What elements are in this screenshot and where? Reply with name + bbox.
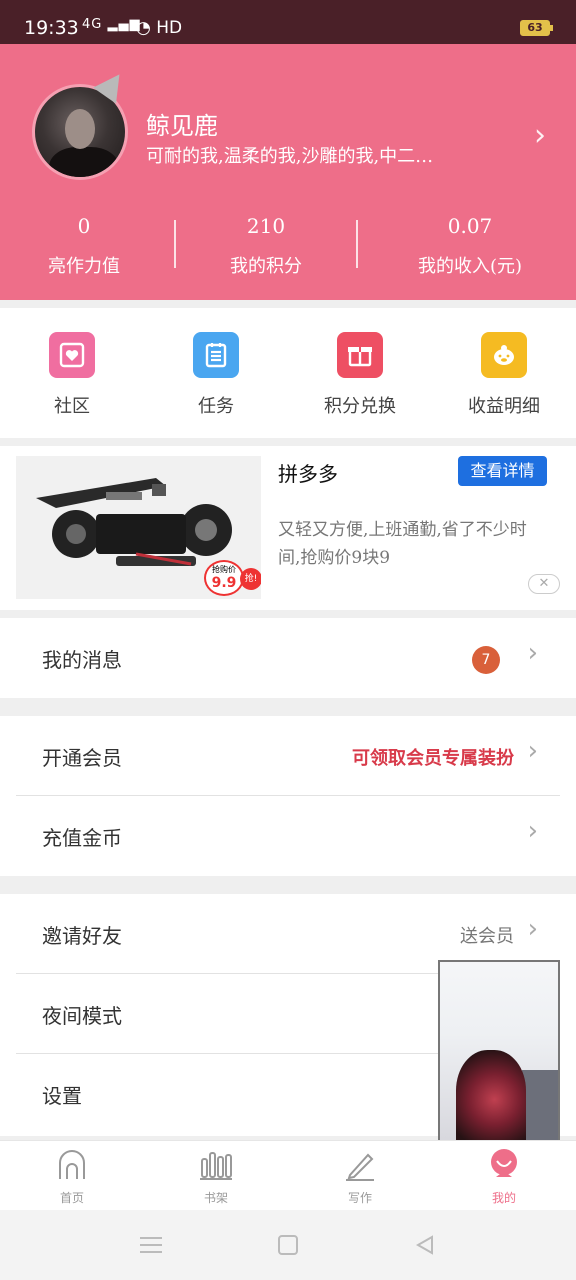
chevron-right-icon: › <box>527 638 538 668</box>
vip-promo: 可领取会员专属装扮 <box>352 748 514 769</box>
chevron-right-icon: › <box>527 736 538 766</box>
stat-label: 亮作力值 <box>48 256 120 277</box>
status-time: 19:33 <box>24 17 79 39</box>
chevron-right-icon: › <box>527 816 538 846</box>
row-label: 我的消息 <box>42 648 122 672</box>
stat-income[interactable]: 0.07 我的收入(元) <box>374 214 566 278</box>
heart-icon <box>49 332 95 378</box>
stat-value: 0 <box>77 214 91 238</box>
quick-label: 任务 <box>198 396 234 417</box>
menu-icon[interactable] <box>140 1235 162 1253</box>
signal-icon: 4G ▂▄▆ <box>82 17 141 32</box>
quick-menu: 社区 任务 积分兑换 收益明细 <box>0 308 576 438</box>
gift-icon <box>337 332 383 378</box>
bookshelf-icon <box>200 1152 232 1180</box>
network-type: ◔ HD <box>136 18 183 38</box>
divider <box>356 220 358 268</box>
quick-tasks[interactable]: 任务 <box>144 332 288 418</box>
price-tag: 抢购价 9.9 <box>204 560 244 596</box>
back-icon[interactable] <box>414 1234 436 1260</box>
tab-label: 首页 <box>59 1191 84 1205</box>
row-label: 开通会员 <box>42 746 122 770</box>
piggy-icon <box>481 332 527 378</box>
quick-community[interactable]: 社区 <box>0 332 144 418</box>
ad-title: 拼多多 <box>278 462 338 486</box>
tab-bookshelf[interactable]: 书架 <box>144 1147 288 1206</box>
quick-label: 收益明细 <box>468 396 540 417</box>
stat-creative-power[interactable]: 0 亮作力值 <box>0 214 180 278</box>
stat-label: 我的积分 <box>230 256 302 277</box>
row-label: 夜间模式 <box>42 1004 122 1028</box>
ad-description: 又轻又方便,上班通勤,省了不少时间,抢购价9块9 <box>278 520 527 568</box>
grab-badge: 抢! <box>240 568 261 590</box>
profile-icon <box>491 1149 517 1177</box>
tab-mine[interactable]: 我的 <box>432 1147 576 1206</box>
view-details-button[interactable]: 查看详情 <box>458 456 547 486</box>
unread-badge: 7 <box>472 646 500 674</box>
row-label: 设置 <box>42 1084 82 1108</box>
invite-reward: 送会员 <box>460 926 514 947</box>
group-vip: 开通会员 可领取会员专属装扮 › 充值金币 › <box>0 716 576 876</box>
row-my-messages[interactable]: 我的消息 7 › <box>0 618 576 698</box>
tab-home[interactable]: 首页 <box>0 1147 144 1206</box>
clipboard-icon <box>193 332 239 378</box>
chevron-right-icon[interactable]: › <box>534 118 546 153</box>
row-open-vip[interactable]: 开通会员 可领取会员专属装扮 › <box>0 716 576 796</box>
floating-video-window[interactable] <box>438 960 560 1142</box>
home-nav-icon[interactable] <box>278 1235 298 1255</box>
group-messages: 我的消息 7 › <box>0 618 576 698</box>
quick-points-exchange[interactable]: 积分兑换 <box>288 332 432 418</box>
row-label: 充值金币 <box>42 826 122 850</box>
system-nav-bar <box>0 1210 576 1280</box>
stat-points[interactable]: 210 我的积分 <box>170 214 362 278</box>
ad-card[interactable]: 抢购价 9.9 抢! 拼多多 查看详情 又轻又方便,上班通勤,省了不少时间,抢购… <box>0 446 576 610</box>
tab-label: 书架 <box>203 1191 228 1205</box>
stat-value: 210 <box>246 214 286 238</box>
quick-earnings[interactable]: 收益明细 <box>432 332 576 418</box>
tab-write[interactable]: 写作 <box>288 1147 432 1206</box>
tab-label: 我的 <box>491 1191 516 1205</box>
chevron-right-icon: › <box>527 914 538 944</box>
ad-image[interactable]: 抢购价 9.9 抢! <box>16 456 261 599</box>
quick-label: 社区 <box>54 396 90 417</box>
pencil-icon <box>346 1153 374 1181</box>
row-recharge-coins[interactable]: 充值金币 › <box>0 796 576 876</box>
row-label: 邀请好友 <box>42 924 122 948</box>
stat-value: 0.07 <box>447 214 493 238</box>
tab-label: 写作 <box>347 1191 372 1205</box>
quick-label: 积分兑换 <box>324 396 396 417</box>
username: 鲸见鹿 <box>146 112 218 140</box>
bottom-tab-bar: 首页 书架 写作 我的 <box>0 1140 576 1210</box>
wifi-icon: ◔ <box>136 18 151 38</box>
close-ad-icon[interactable]: ✕ <box>528 574 560 594</box>
battery-icon: 63 <box>520 20 553 36</box>
home-icon <box>59 1150 85 1179</box>
user-signature: 可耐的我,温柔的我,沙雕的我,中二… <box>146 146 434 167</box>
stat-label: 我的收入(元) <box>417 256 523 277</box>
profile-header[interactable]: 鲸见鹿 可耐的我,温柔的我,沙雕的我,中二… › 0 亮作力值 210 我的积分… <box>0 44 576 300</box>
